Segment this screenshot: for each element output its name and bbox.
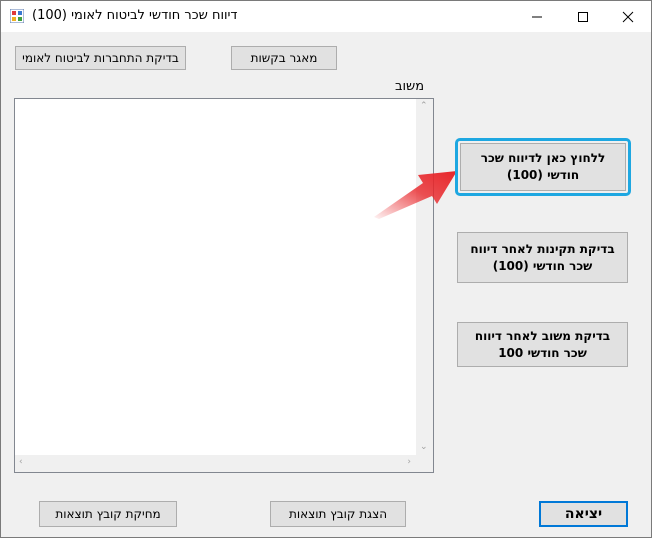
scroll-up-icon[interactable]: ⌃: [420, 101, 428, 111]
scroll-left-icon[interactable]: ‹: [19, 457, 23, 467]
scroll-right-icon[interactable]: ›: [407, 457, 411, 467]
scroll-corner: [416, 455, 433, 472]
close-button[interactable]: [605, 1, 651, 32]
maximize-icon: [578, 11, 588, 22]
vertical-scrollbar[interactable]: ⌃ ⌄: [416, 99, 433, 455]
delete-results-button[interactable]: מחיקת קובץ תוצאות: [39, 501, 177, 527]
check-feedback-button[interactable]: בדיקת משוב לאחר דיווח שכר חודשי 100: [457, 322, 628, 367]
title-bar: דיווח שכר חודשי לביטוח לאומי (100): [1, 1, 651, 32]
check-validity-button[interactable]: בדיקת תקינות לאחר דיווח שכר חודשי (100): [457, 232, 628, 283]
exit-button[interactable]: יציאה: [539, 501, 628, 527]
horizontal-scrollbar[interactable]: ‹ ›: [15, 455, 416, 472]
feedback-label: משוב: [395, 79, 425, 94]
check-connection-button[interactable]: בדיקת התחברות לביטוח לאומי: [15, 46, 186, 70]
contacts-button[interactable]: מאגר בקשות: [231, 46, 337, 70]
window-title: דיווח שכר חודשי לביטוח לאומי (100): [32, 8, 238, 23]
maximize-button[interactable]: [560, 1, 606, 32]
scroll-down-icon[interactable]: ⌄: [420, 442, 428, 452]
report-monthly-button[interactable]: ללחוץ כאן לדיווח שכר חודשי (100): [460, 143, 626, 191]
close-icon: [622, 11, 634, 22]
pointer-arrow-icon: [374, 171, 457, 219]
main-window: דיווח שכר חודשי לביטוח לאומי (100) בדיקת…: [0, 0, 652, 538]
feedback-textarea[interactable]: ⌃ ⌄ ‹ ›: [14, 98, 434, 473]
app-icon: [10, 9, 24, 23]
minimize-button[interactable]: [514, 1, 560, 32]
minimize-icon: [532, 16, 542, 17]
show-results-button[interactable]: הצגת קובץ תוצאות: [270, 501, 406, 527]
